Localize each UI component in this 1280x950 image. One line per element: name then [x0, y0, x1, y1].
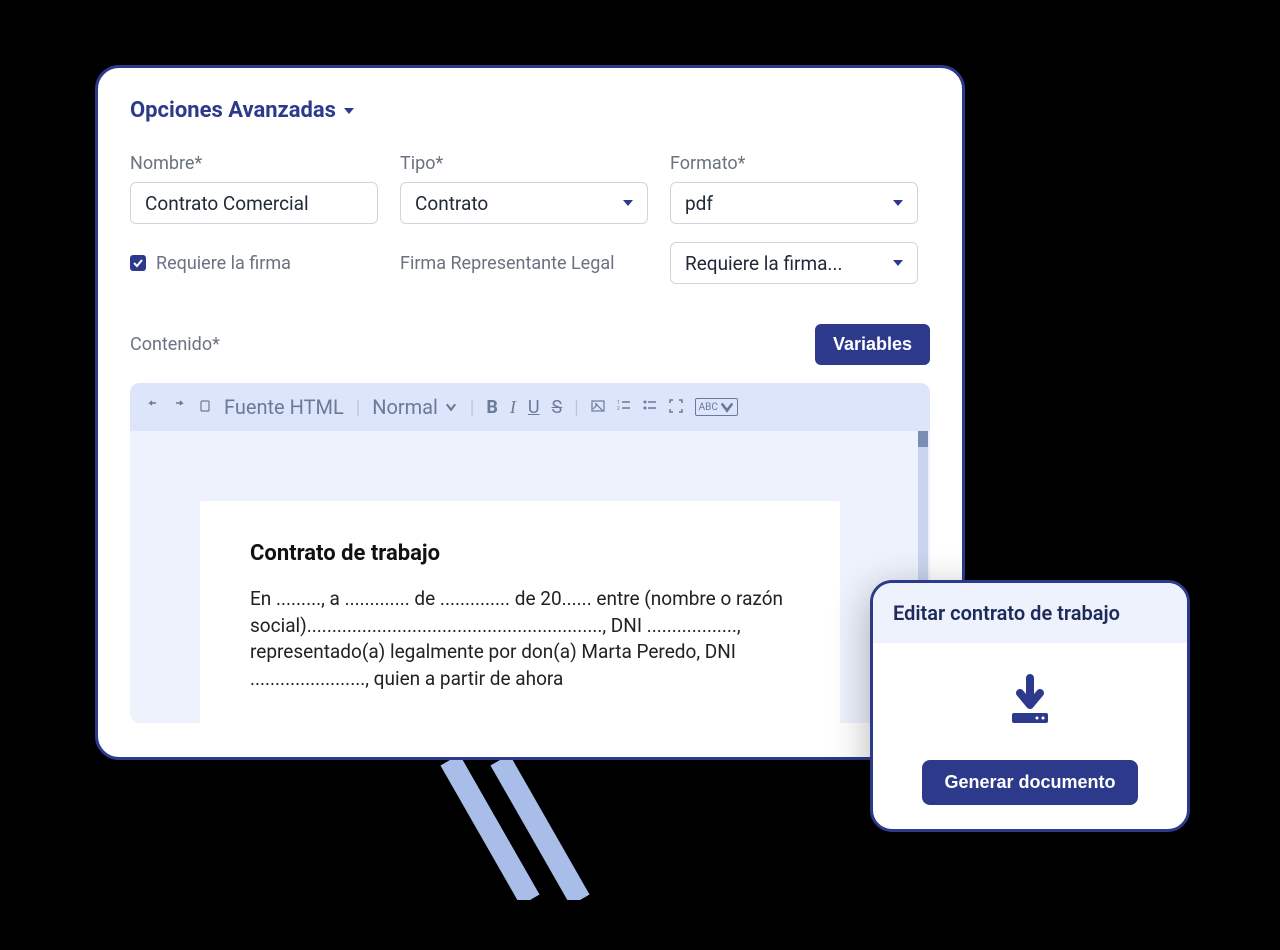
check-icon [133, 258, 143, 268]
field-tipo: Tipo* Contrato [400, 153, 648, 224]
generate-document-button[interactable]: Generar documento [922, 760, 1137, 805]
editor-toolbar: Fuente HTML | Normal | B I U S | 12 [130, 383, 930, 431]
caret-down-icon [893, 200, 903, 206]
image-icon[interactable] [591, 397, 605, 418]
strikethrough-button[interactable]: S [552, 397, 563, 418]
formato-select[interactable]: pdf [670, 182, 918, 224]
underline-button[interactable]: U [528, 397, 540, 418]
field-nombre: Nombre* Contrato Comercial [130, 153, 378, 224]
redo-icon[interactable] [172, 397, 186, 418]
format-dropdown[interactable]: Normal [372, 395, 458, 419]
contenido-label: Contenido* [130, 334, 220, 355]
popup-body: Generar documento [873, 643, 1187, 829]
caret-down-icon [893, 260, 903, 266]
italic-button[interactable]: I [510, 397, 516, 418]
chevron-down-icon [444, 400, 458, 414]
spellcheck-button[interactable]: ABC [695, 398, 738, 416]
bold-button[interactable]: B [486, 397, 498, 418]
document-body: En ........., a ............. de .......… [250, 586, 790, 692]
tipo-label: Tipo* [400, 153, 648, 174]
edit-contract-popup: Editar contrato de trabajo Generar docum… [870, 580, 1190, 832]
bullet-list-icon[interactable] [643, 397, 657, 418]
scrollbar-thumb[interactable] [918, 431, 928, 447]
svg-text:2: 2 [617, 406, 620, 412]
requires-signature-wrap: Requiere la firma [130, 253, 378, 274]
formato-label: Formato* [670, 153, 918, 174]
requires-signature-label: Requiere la firma [156, 253, 291, 274]
document-icon[interactable] [198, 397, 212, 418]
section-toggle[interactable]: Opciones Avanzadas [130, 98, 930, 123]
variables-button[interactable]: Variables [815, 324, 930, 365]
editor-content-area[interactable]: Contrato de trabajo En ........., a ....… [130, 431, 930, 723]
caret-down-icon [344, 108, 354, 114]
rich-text-editor: Fuente HTML | Normal | B I U S | 12 [130, 383, 930, 723]
undo-icon[interactable] [146, 397, 160, 418]
document-page[interactable]: Contrato de trabajo En ........., a ....… [200, 501, 840, 723]
nombre-input[interactable]: Contrato Comercial [130, 182, 378, 224]
firma-rep-label: Firma Representante Legal [400, 253, 648, 274]
fullscreen-icon[interactable] [669, 397, 683, 418]
numbered-list-icon[interactable]: 12 [617, 397, 631, 418]
nombre-label: Nombre* [130, 153, 378, 174]
content-header-row: Contenido* Variables [130, 324, 930, 365]
decorative-lines [440, 760, 640, 900]
form-row-1: Nombre* Contrato Comercial Tipo* Contrat… [130, 153, 930, 224]
caret-down-icon [623, 200, 633, 206]
popup-title: Editar contrato de trabajo [873, 583, 1187, 643]
document-title: Contrato de trabajo [250, 541, 790, 566]
chevron-down-icon [720, 400, 734, 414]
download-icon [1000, 673, 1060, 732]
form-row-2: Requiere la firma Firma Representante Le… [130, 242, 930, 284]
field-formato: Formato* pdf [670, 153, 918, 224]
tipo-select[interactable]: Contrato [400, 182, 648, 224]
requires-signature-checkbox[interactable] [130, 255, 146, 271]
source-html-button[interactable]: Fuente HTML [224, 395, 344, 419]
advanced-options-panel: Opciones Avanzadas Nombre* Contrato Come… [95, 65, 965, 760]
firma-rep-select[interactable]: Requiere la firma... [670, 242, 918, 284]
section-title-text: Opciones Avanzadas [130, 98, 336, 123]
